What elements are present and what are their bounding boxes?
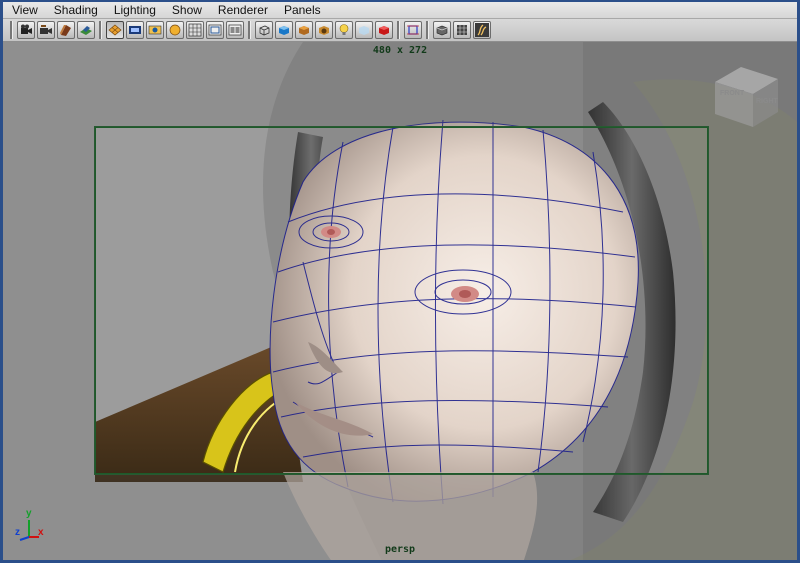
- film-gate-button[interactable]: [126, 21, 144, 39]
- menu-panels[interactable]: Panels: [275, 2, 328, 18]
- camera-attributes-button[interactable]: [37, 21, 55, 39]
- shaded-box-button[interactable]: [315, 21, 333, 39]
- texture-button[interactable]: [295, 21, 313, 39]
- bookmarks-button[interactable]: [57, 21, 75, 39]
- texture-icon: [299, 26, 309, 35]
- select-camera-icon: [21, 24, 32, 34]
- field-chart-icon: [188, 23, 202, 37]
- menu-view[interactable]: View: [3, 2, 45, 18]
- smooth-shade-icon: [279, 26, 289, 35]
- wireframe-icon: [259, 25, 270, 36]
- gate-mask-button[interactable]: [166, 21, 184, 39]
- hair-icon: [475, 23, 489, 37]
- panel-menu-bar: View Shading Lighting Show Renderer Pane…: [3, 2, 797, 19]
- axis-x-label: x: [38, 527, 44, 538]
- panel-toolbar: [3, 19, 797, 42]
- shaded-box-icon: [319, 26, 329, 35]
- toolbar-separator: [426, 21, 429, 39]
- menu-lighting[interactable]: Lighting: [105, 2, 163, 18]
- light-icon: [339, 24, 349, 35]
- film-gate-icon: [129, 26, 141, 34]
- frame-selection-icon: [407, 25, 419, 35]
- wireframe-button[interactable]: [255, 21, 273, 39]
- resolution-label: 480 x 272: [372, 45, 428, 56]
- render-box-icon: [436, 25, 448, 36]
- safe-title-icon: [228, 24, 242, 36]
- menu-shading[interactable]: Shading: [45, 2, 105, 18]
- frame-selection-button[interactable]: [404, 21, 422, 39]
- menu-renderer[interactable]: Renderer: [209, 2, 275, 18]
- isolate-button[interactable]: [375, 21, 393, 39]
- image-plane-button[interactable]: [77, 21, 95, 39]
- menu-show[interactable]: Show: [163, 2, 209, 18]
- resolution-gate-button[interactable]: [146, 21, 164, 39]
- toolbar-separator: [10, 21, 13, 39]
- camera-attributes-icon: [40, 25, 52, 34]
- image-plane-icon: [80, 26, 92, 35]
- field-chart-button[interactable]: [186, 21, 204, 39]
- axis-z-label: z: [15, 527, 20, 538]
- perspective-viewport[interactable]: 480 x 272 persp y z x FRONT RIGHT: [3, 42, 797, 560]
- render-region-icon: [457, 25, 467, 35]
- safe-title-button[interactable]: [226, 21, 244, 39]
- select-camera-button[interactable]: [17, 21, 35, 39]
- render-region-button[interactable]: [453, 21, 471, 39]
- xray-button[interactable]: [355, 21, 373, 39]
- toolbar-separator: [397, 21, 400, 39]
- gate-mask-icon: [169, 24, 181, 36]
- bookmarks-icon: [60, 25, 71, 36]
- render-box-button[interactable]: [433, 21, 451, 39]
- axis-y-label: y: [26, 508, 32, 519]
- scene-render: [3, 42, 797, 560]
- viewcube-front-label: FRONT: [720, 90, 745, 97]
- isolate-icon: [379, 26, 389, 35]
- toolbar-separator: [248, 21, 251, 39]
- xray-icon: [359, 26, 369, 35]
- light-button[interactable]: [335, 21, 353, 39]
- smooth-shade-button[interactable]: [275, 21, 293, 39]
- grid-button[interactable]: [106, 21, 124, 39]
- viewcube-right-label: RIGHT: [756, 98, 778, 105]
- camera-name-label: persp: [384, 544, 416, 555]
- viewport-panel-window: View Shading Lighting Show Renderer Pane…: [0, 0, 800, 563]
- resolution-gate-icon: [148, 25, 162, 35]
- grid-icon: [108, 24, 122, 36]
- safe-action-icon: [208, 24, 222, 36]
- hair-button[interactable]: [473, 21, 491, 39]
- toolbar-separator: [99, 21, 102, 39]
- safe-action-button[interactable]: [206, 21, 224, 39]
